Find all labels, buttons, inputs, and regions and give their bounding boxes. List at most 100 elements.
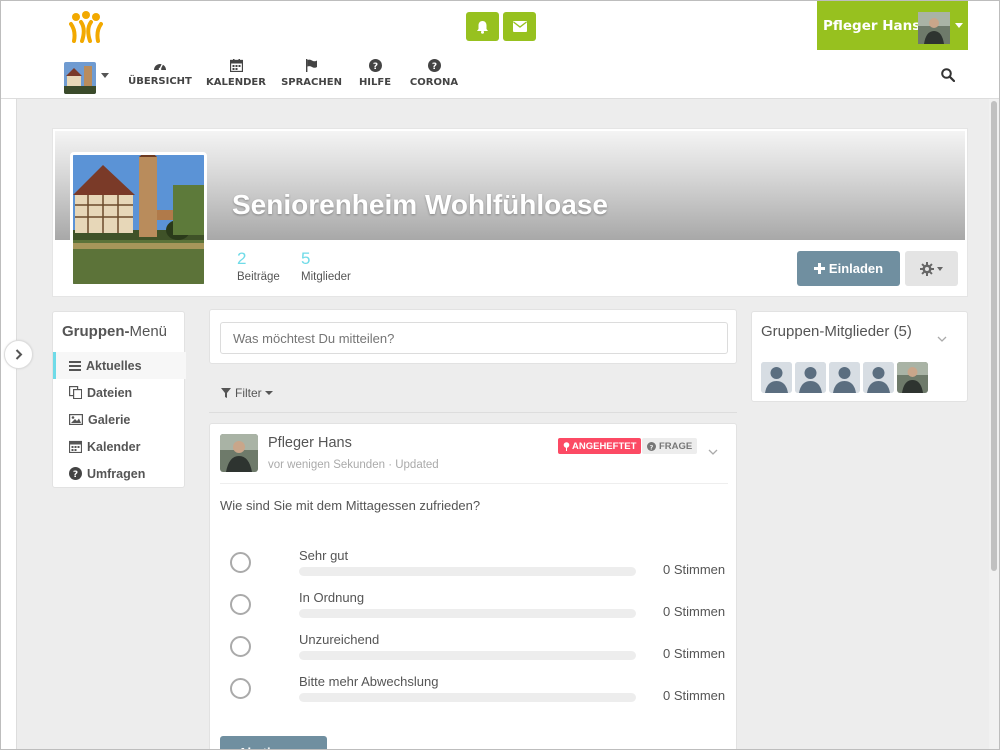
- plus-icon: [813, 263, 825, 274]
- member-avatar[interactable]: [761, 362, 792, 393]
- chevron-down-icon: [101, 73, 109, 78]
- post-author-avatar[interactable]: [220, 434, 258, 472]
- group-menu: Gruppen-Menü Aktuelles Dateien Galerie K…: [52, 311, 186, 488]
- pinned-badge: ANGEHEFTET: [558, 438, 642, 454]
- poll-option: In Ordnung 0 Stimmen: [210, 590, 738, 632]
- poll-option: Bitte mehr Abwechslung 0 Stimmen: [210, 674, 738, 716]
- menu-item-galerie[interactable]: Galerie: [53, 406, 186, 433]
- poll-option-label: Unzureichend: [299, 632, 380, 647]
- poll-option-votes: 0 Stimmen: [663, 562, 726, 577]
- poll-option-bar: [299, 693, 636, 702]
- svg-text:?: ?: [431, 62, 436, 72]
- calendar-icon: [69, 440, 82, 453]
- poll-option-bar: [299, 651, 636, 660]
- group-members-title: Gruppen-Mitglieder (5): [761, 323, 912, 340]
- menu-item-dateien[interactable]: Dateien: [53, 379, 186, 406]
- browser-frame: Pfleger Hans ÜBERSICHT KALENDER SPRACHEN…: [0, 0, 1000, 750]
- post-composer: [209, 309, 737, 364]
- chevron-down-icon: [937, 266, 943, 271]
- left-sidebar-strip: [1, 99, 17, 749]
- member-avatar[interactable]: [863, 362, 894, 393]
- dashboard-icon: [154, 62, 166, 71]
- nav-uebersicht[interactable]: ÜBERSICHT: [128, 59, 192, 99]
- vote-button[interactable]: Abstimmen: [220, 736, 327, 749]
- sidebar-toggle-button[interactable]: [4, 340, 33, 369]
- post-author-name[interactable]: Pfleger Hans: [268, 435, 352, 451]
- filter-dropdown[interactable]: Filter: [221, 386, 273, 400]
- poll-option-radio[interactable]: [230, 636, 251, 657]
- poll-option-votes: 0 Stimmen: [663, 646, 726, 661]
- svg-text:?: ?: [650, 443, 654, 451]
- question-circle-icon: ?: [368, 59, 382, 72]
- space-chooser[interactable]: [64, 62, 110, 94]
- nav-corona[interactable]: ? CORONA: [410, 59, 458, 99]
- poll-option-bar: [299, 609, 636, 618]
- user-avatar: [918, 12, 950, 44]
- messages-button[interactable]: [503, 12, 536, 41]
- invite-button[interactable]: Einladen: [797, 251, 900, 286]
- question-circle-icon: ?: [647, 441, 656, 451]
- question-badge: ? FRAGE: [642, 438, 698, 454]
- chevron-down-icon: [264, 391, 273, 395]
- calendar-icon: [229, 59, 243, 72]
- poll-question: Wie sind Sie mit dem Mittagessen zufried…: [220, 498, 481, 513]
- image-icon: [69, 414, 83, 425]
- gear-icon: [920, 261, 934, 276]
- nav-sprachen[interactable]: SPRACHEN: [281, 59, 342, 99]
- poll-option-label: Sehr gut: [299, 548, 349, 563]
- poll-option-radio[interactable]: [230, 678, 251, 699]
- poll-option-votes: 0 Stimmen: [663, 688, 726, 703]
- menu-item-umfragen[interactable]: ? Umfragen: [53, 460, 186, 487]
- user-menu-button[interactable]: Pfleger Hans: [817, 1, 968, 50]
- poll-option: Sehr gut 0 Stimmen: [210, 548, 738, 590]
- space-image[interactable]: [70, 152, 207, 287]
- user-name: Pfleger Hans: [823, 17, 921, 34]
- post-divider: [220, 483, 728, 484]
- chevron-right-icon: [15, 349, 22, 360]
- space-thumbnail: [64, 62, 96, 94]
- poll-option-radio[interactable]: [230, 552, 251, 573]
- notifications-button[interactable]: [466, 12, 499, 41]
- svg-text:?: ?: [372, 62, 377, 72]
- top-navigation: Pfleger Hans ÜBERSICHT KALENDER SPRACHEN…: [1, 1, 999, 99]
- app-logo[interactable]: [69, 11, 103, 43]
- member-avatar[interactable]: [829, 362, 860, 393]
- composer-input[interactable]: [220, 322, 728, 354]
- menu-item-aktuelles[interactable]: Aktuelles: [53, 352, 186, 379]
- svg-text:?: ?: [73, 470, 78, 480]
- stat-members[interactable]: 5 Mitglieder: [301, 249, 351, 283]
- envelope-icon: [512, 21, 527, 32]
- poll-option-votes: 0 Stimmen: [663, 604, 726, 619]
- poll-option-bar: [299, 567, 636, 576]
- poll-post: Pfleger Hans vor wenigen Sekunden · Upda…: [209, 423, 738, 749]
- poll-option-label: In Ordnung: [299, 590, 365, 605]
- menu-item-kalender[interactable]: Kalender: [53, 433, 186, 460]
- poll-option: Unzureichend 0 Stimmen: [210, 632, 738, 674]
- poll-option-radio[interactable]: [230, 594, 251, 615]
- list-icon: [69, 360, 81, 371]
- scrollbar-thumb[interactable]: [991, 101, 997, 571]
- post-timestamp[interactable]: vor wenigen Sekunden · Updated: [268, 459, 439, 471]
- space-header: Seniorenheim Wohlfühloase 2 Beiträge 5 M…: [52, 128, 968, 297]
- member-avatar[interactable]: [897, 362, 928, 393]
- pin-icon: [563, 441, 570, 451]
- nav-kalender[interactable]: KALENDER: [206, 59, 266, 99]
- post-menu-chevron-icon[interactable]: [708, 441, 718, 460]
- flag-icon: [306, 59, 317, 72]
- member-avatar[interactable]: [795, 362, 826, 393]
- poll-option-label: Bitte mehr Abwechslung: [299, 674, 439, 689]
- filter-icon: [221, 388, 231, 398]
- group-members: Gruppen-Mitglieder (5): [751, 311, 968, 402]
- bell-icon: [477, 20, 488, 34]
- chevron-down-icon[interactable]: [937, 328, 947, 347]
- nav-hilfe[interactable]: ? HILFE: [359, 59, 391, 99]
- space-settings-button[interactable]: [905, 251, 958, 286]
- question-circle-icon: ?: [427, 59, 441, 72]
- files-icon: [69, 386, 82, 399]
- space-title: Seniorenheim Wohlfühloase: [232, 189, 608, 220]
- stat-posts[interactable]: 2 Beiträge: [237, 249, 280, 283]
- search-icon[interactable]: [941, 67, 956, 86]
- stream-divider: [209, 412, 737, 413]
- question-circle-icon: ?: [69, 467, 82, 480]
- group-menu-title: Gruppen-Menü: [62, 323, 168, 340]
